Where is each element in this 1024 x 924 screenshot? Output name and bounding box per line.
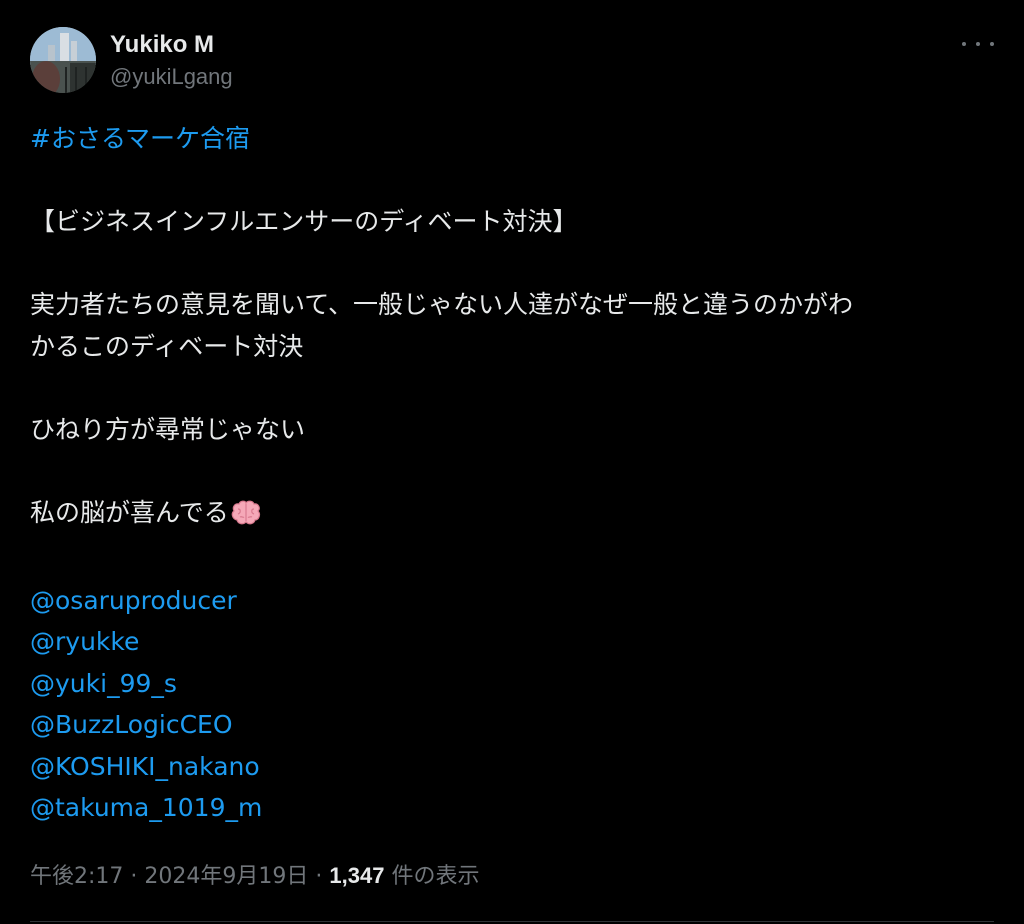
tweet-text: #おさるマーケ合宿 【ビジネスインフルエンサーのディベート対決】 実力者たちの意… (30, 118, 990, 829)
avatar[interactable] (30, 27, 96, 93)
tweet-line-body-2: かるこのディベート対決 (30, 331, 304, 361)
meta-separator: · (315, 864, 323, 889)
author-handle[interactable]: @yukiLgang (110, 62, 233, 92)
tweet-line-twist: ひねり方が尋常じゃない (30, 414, 306, 444)
tweet-card: Yukiko M @yukiLgang #おさるマーケ合宿 【ビジネスインフルエ… (0, 0, 1024, 924)
more-dots-icon[interactable] (962, 32, 994, 56)
views-label: 件の表示 (391, 864, 480, 889)
author-display-name[interactable]: Yukiko M (110, 30, 233, 60)
dot (976, 42, 980, 46)
mention-link[interactable]: @takuma_1019_m (30, 793, 262, 822)
dot (962, 42, 966, 46)
dot (990, 42, 994, 46)
mention-link[interactable]: @BuzzLogicCEO (30, 710, 233, 739)
mention-link[interactable]: @KOSHIKI_nakano (30, 752, 260, 781)
tweet-header: Yukiko M @yukiLgang (30, 24, 1004, 96)
profile-photo-avatar-icon (30, 27, 96, 93)
divider (30, 921, 994, 922)
mention-link[interactable]: @osaruproducer (30, 586, 237, 615)
tweet-line-body-1: 実力者たちの意見を聞いて、一般じゃない人達がなぜ一般と違うのかがわ (30, 290, 854, 319)
brain-icon (231, 497, 261, 539)
tweet-line-title: 【ビジネスインフルエンサーのディベート対決】 (30, 207, 578, 236)
meta-separator: · (130, 864, 138, 889)
tweet-meta: 午後2:17 · 2024年9月19日 · 1,347 件の表示 (30, 856, 479, 897)
tweet-date[interactable]: 2024年9月19日 (144, 864, 308, 889)
tweet-line-brain-text: 私の脳が喜んでる (30, 497, 229, 527)
author-names: Yukiko M @yukiLgang (110, 30, 233, 92)
views-count: 1,347 (329, 863, 385, 888)
mention-link[interactable]: @ryukke (30, 627, 139, 656)
tweet-line-brain: 私の脳が喜んでる (30, 492, 990, 539)
mention-link[interactable]: @yuki_99_s (30, 669, 177, 698)
tweet-time[interactable]: 午後2:17 (30, 864, 123, 889)
hashtag-link[interactable]: #おさるマーケ合宿 (30, 124, 250, 153)
